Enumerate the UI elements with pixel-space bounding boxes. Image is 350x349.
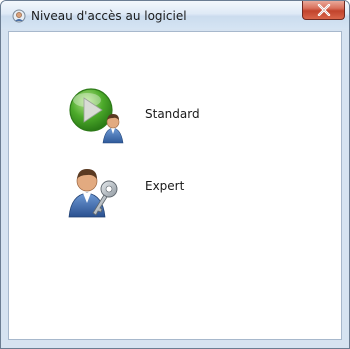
expert-option[interactable]: Expert [65,159,285,219]
user-key-icon [68,169,118,218]
window-title: Niveau d'accès au logiciel [31,9,187,23]
play-user-icon [69,88,124,144]
dialog-window: Niveau d'accès au logiciel Standard Expe… [0,0,350,349]
standard-option[interactable]: Standard [65,85,285,145]
dialog-content: Standard Expert [8,31,342,340]
app-icon [12,9,26,23]
title-bar[interactable]: Niveau d'accès au logiciel [1,1,349,29]
close-icon [317,4,331,16]
expert-label: Expert [145,179,185,193]
close-button[interactable] [302,1,345,20]
standard-label: Standard [145,107,200,121]
